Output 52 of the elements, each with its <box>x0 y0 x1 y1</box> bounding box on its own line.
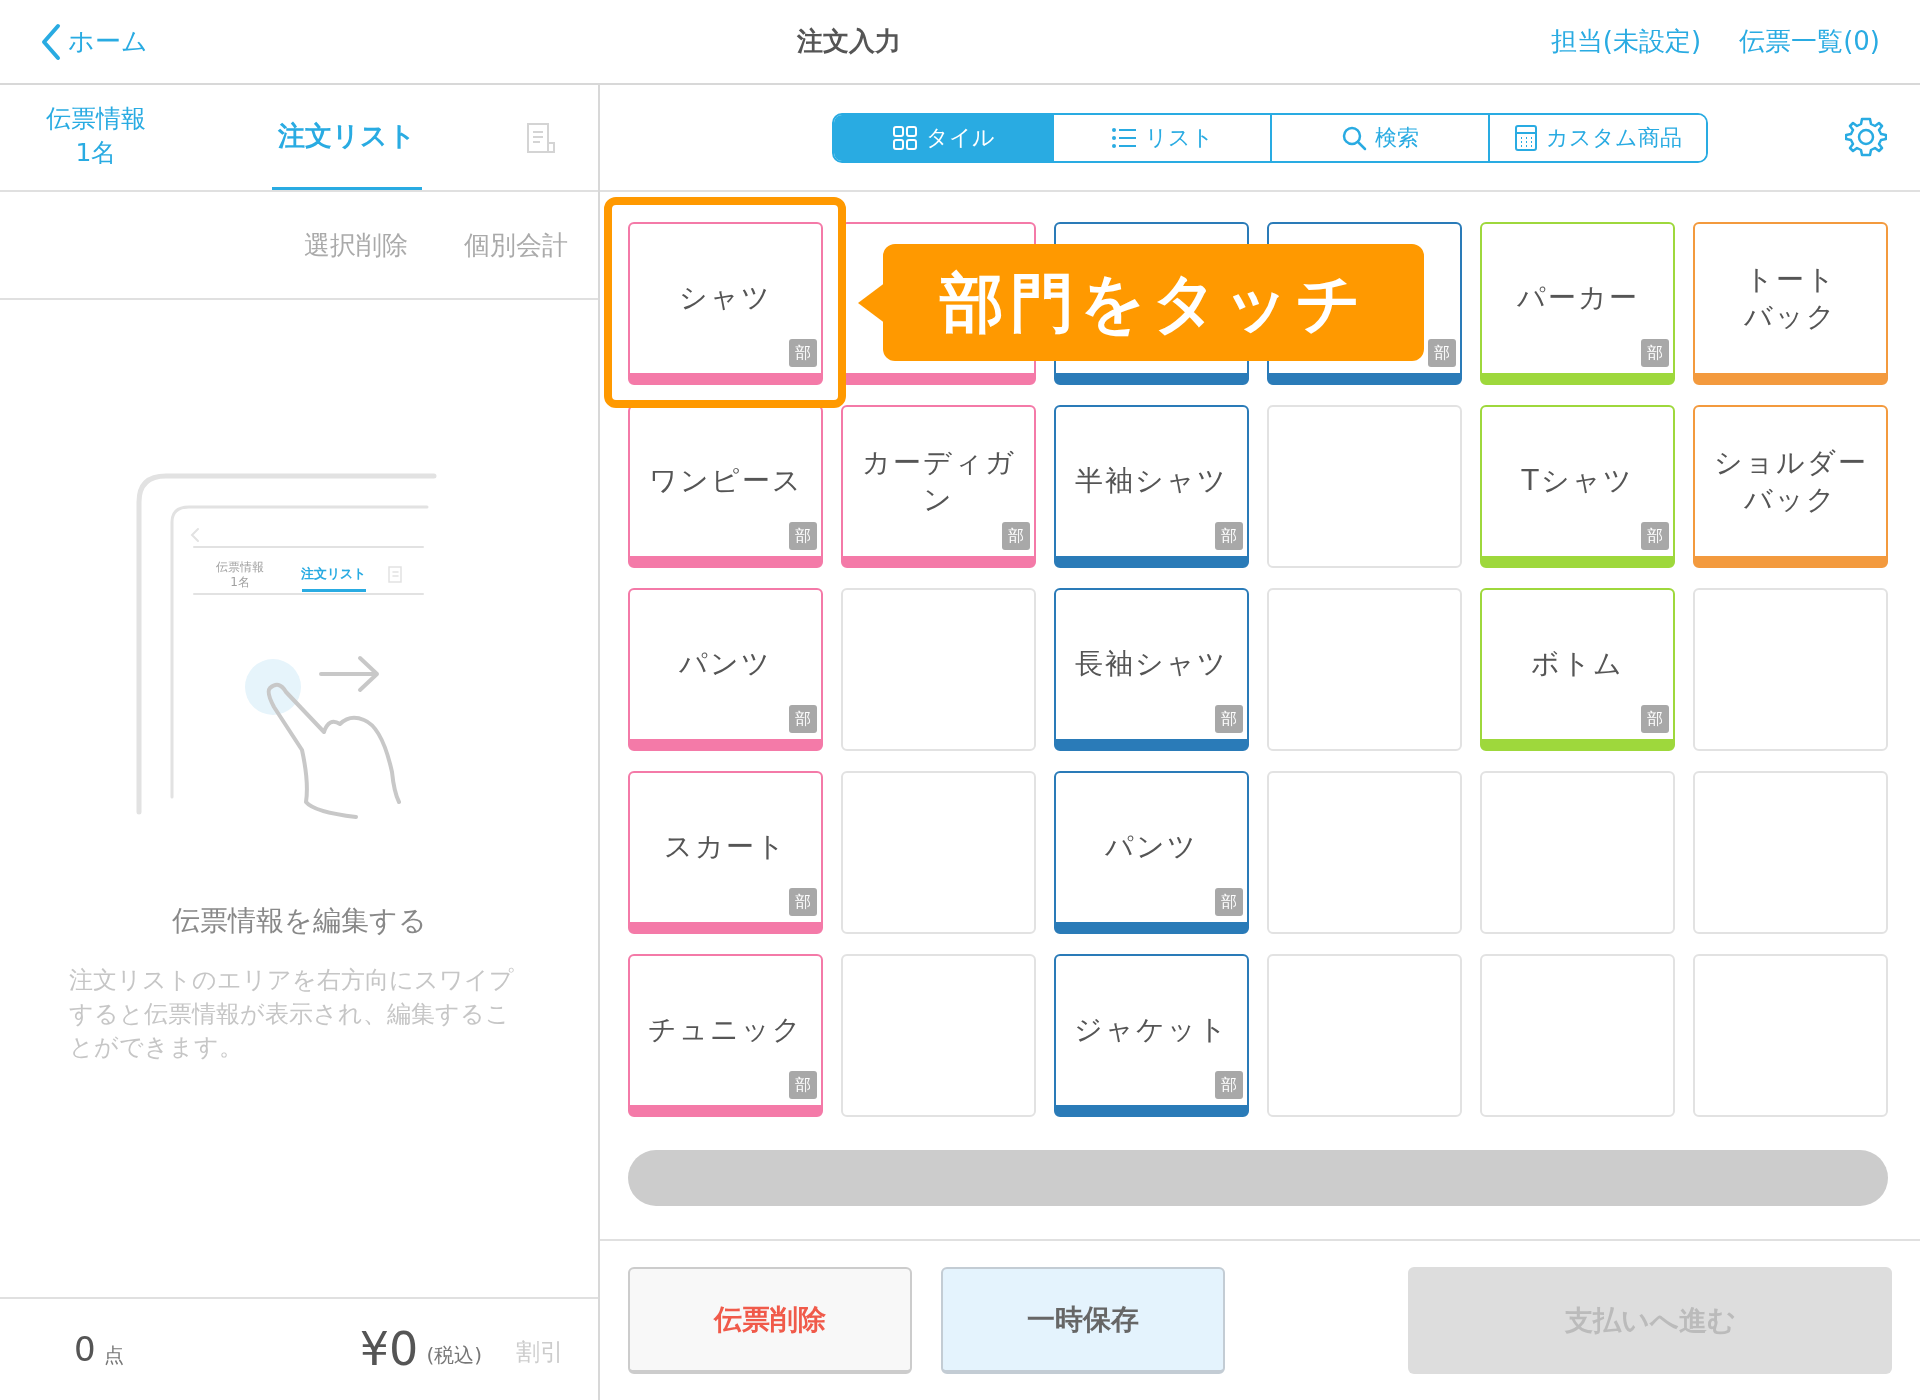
screen-title: 注文入力 <box>797 25 902 58</box>
department-tile[interactable]: 長袖シャツ 部 <box>1054 588 1249 751</box>
department-badge: 部 <box>789 522 817 550</box>
department-badge: 部 <box>789 339 817 367</box>
department-tile[interactable]: チュニック 部 <box>628 954 823 1117</box>
callout-tooltip: 部門をタッチ <box>858 244 1424 361</box>
department-badge: 部 <box>1641 522 1669 550</box>
hint-text: 注文リストのエリアを右方向にスワイプすると伝票情報が表示され、編集することができます。 <box>69 965 515 1064</box>
receipt-icon <box>524 120 558 155</box>
count-unit: 点 <box>103 1341 124 1369</box>
department-badge: 部 <box>1215 888 1243 916</box>
grid-icon <box>891 124 918 151</box>
department-badge: 部 <box>1428 339 1456 367</box>
department-badge: 部 <box>1002 522 1030 550</box>
touch-point <box>245 659 301 715</box>
save-button[interactable]: 一時保存 <box>941 1267 1225 1374</box>
mini-tab-count: 1名 <box>230 575 250 589</box>
department-tile[interactable]: スカート 部 <box>628 771 823 934</box>
scrollbar[interactable] <box>628 1150 1888 1206</box>
calculator-icon <box>1514 123 1538 152</box>
mini-tab-label: 注文リスト <box>300 566 366 581</box>
department-tile[interactable]: パンツ 部 <box>1054 771 1249 934</box>
item-count: 0 <box>74 1328 96 1371</box>
department-badge: 部 <box>1215 1071 1243 1099</box>
department-tile[interactable]: カーディガ ン 部 <box>841 405 1036 568</box>
list-icon <box>1110 125 1137 150</box>
settings-icon <box>1845 116 1887 158</box>
department-tile[interactable]: パーカー 部 <box>1480 222 1675 385</box>
mini-tab-underline <box>302 589 366 592</box>
department-badge: 部 <box>789 888 817 916</box>
department-tile[interactable]: ショルダー バック <box>1693 405 1888 568</box>
department-badge: 部 <box>789 705 817 733</box>
department-tile[interactable]: パンツ 部 <box>628 588 823 751</box>
hint-title: 伝票情報を編集する <box>171 903 427 939</box>
department-tile[interactable]: ワンピース 部 <box>628 405 823 568</box>
mini-tab-label: 伝票情報 <box>216 560 264 574</box>
total-amount: ¥0 <box>359 1321 419 1378</box>
department-tile[interactable]: ボトム 部 <box>1480 588 1675 751</box>
department-badge: 部 <box>1641 339 1669 367</box>
department-badge: 部 <box>1641 705 1669 733</box>
tax-note: (税込) <box>426 1341 482 1369</box>
department-tile[interactable]: 半袖シャツ 部 <box>1054 405 1249 568</box>
department-badge: 部 <box>789 1071 817 1099</box>
department-tile[interactable]: Tシャツ 部 <box>1480 405 1675 568</box>
department-tile[interactable]: ジャケット 部 <box>1054 954 1249 1117</box>
department-badge: 部 <box>1215 522 1243 550</box>
search-icon <box>1341 124 1367 151</box>
department-badge: 部 <box>1215 705 1243 733</box>
department-tile[interactable]: トート バック <box>1693 222 1888 385</box>
swipe-arrow <box>319 656 379 692</box>
department-tile[interactable]: シャツ 部 <box>628 222 823 385</box>
chevron-left-icon <box>40 22 62 61</box>
